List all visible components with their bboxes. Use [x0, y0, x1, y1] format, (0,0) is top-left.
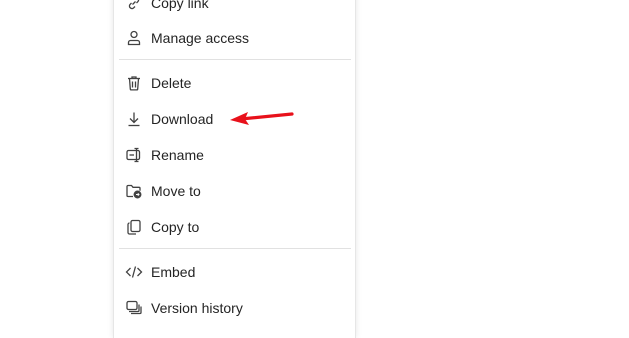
context-menu: Copy link Manage access Delete Download …	[113, 0, 356, 338]
menu-item-label: Copy link	[151, 0, 209, 11]
copy-icon	[125, 218, 143, 236]
menu-item-label: Rename	[151, 147, 204, 163]
person-icon	[125, 29, 143, 47]
rename-icon	[125, 146, 143, 164]
menu-item-label: Embed	[151, 264, 196, 280]
menu-item-move-to[interactable]: Move to	[114, 174, 355, 208]
menu-item-version-history[interactable]: Version history	[114, 291, 355, 325]
menu-item-label: Move to	[151, 183, 201, 199]
folder-move-icon	[125, 182, 143, 200]
menu-divider	[119, 248, 351, 249]
menu-item-label: Download	[151, 111, 214, 127]
trash-icon	[125, 74, 143, 92]
code-icon	[125, 263, 143, 281]
menu-item-manage-access[interactable]: Manage access	[114, 21, 355, 55]
menu-item-delete[interactable]: Delete	[114, 66, 355, 100]
link-icon	[125, 0, 143, 12]
menu-item-label: Version history	[151, 300, 243, 316]
menu-item-copy-to[interactable]: Copy to	[114, 210, 355, 244]
menu-item-embed[interactable]: Embed	[114, 255, 355, 289]
menu-item-rename[interactable]: Rename	[114, 138, 355, 172]
menu-item-copy-link[interactable]: Copy link	[114, 0, 355, 20]
download-icon	[125, 110, 143, 128]
menu-item-label: Manage access	[151, 30, 250, 46]
menu-item-label: Copy to	[151, 219, 200, 235]
menu-divider	[119, 59, 351, 60]
version-history-icon	[125, 299, 143, 317]
menu-item-label: Delete	[151, 75, 192, 91]
red-arrow-annotation	[230, 112, 294, 125]
